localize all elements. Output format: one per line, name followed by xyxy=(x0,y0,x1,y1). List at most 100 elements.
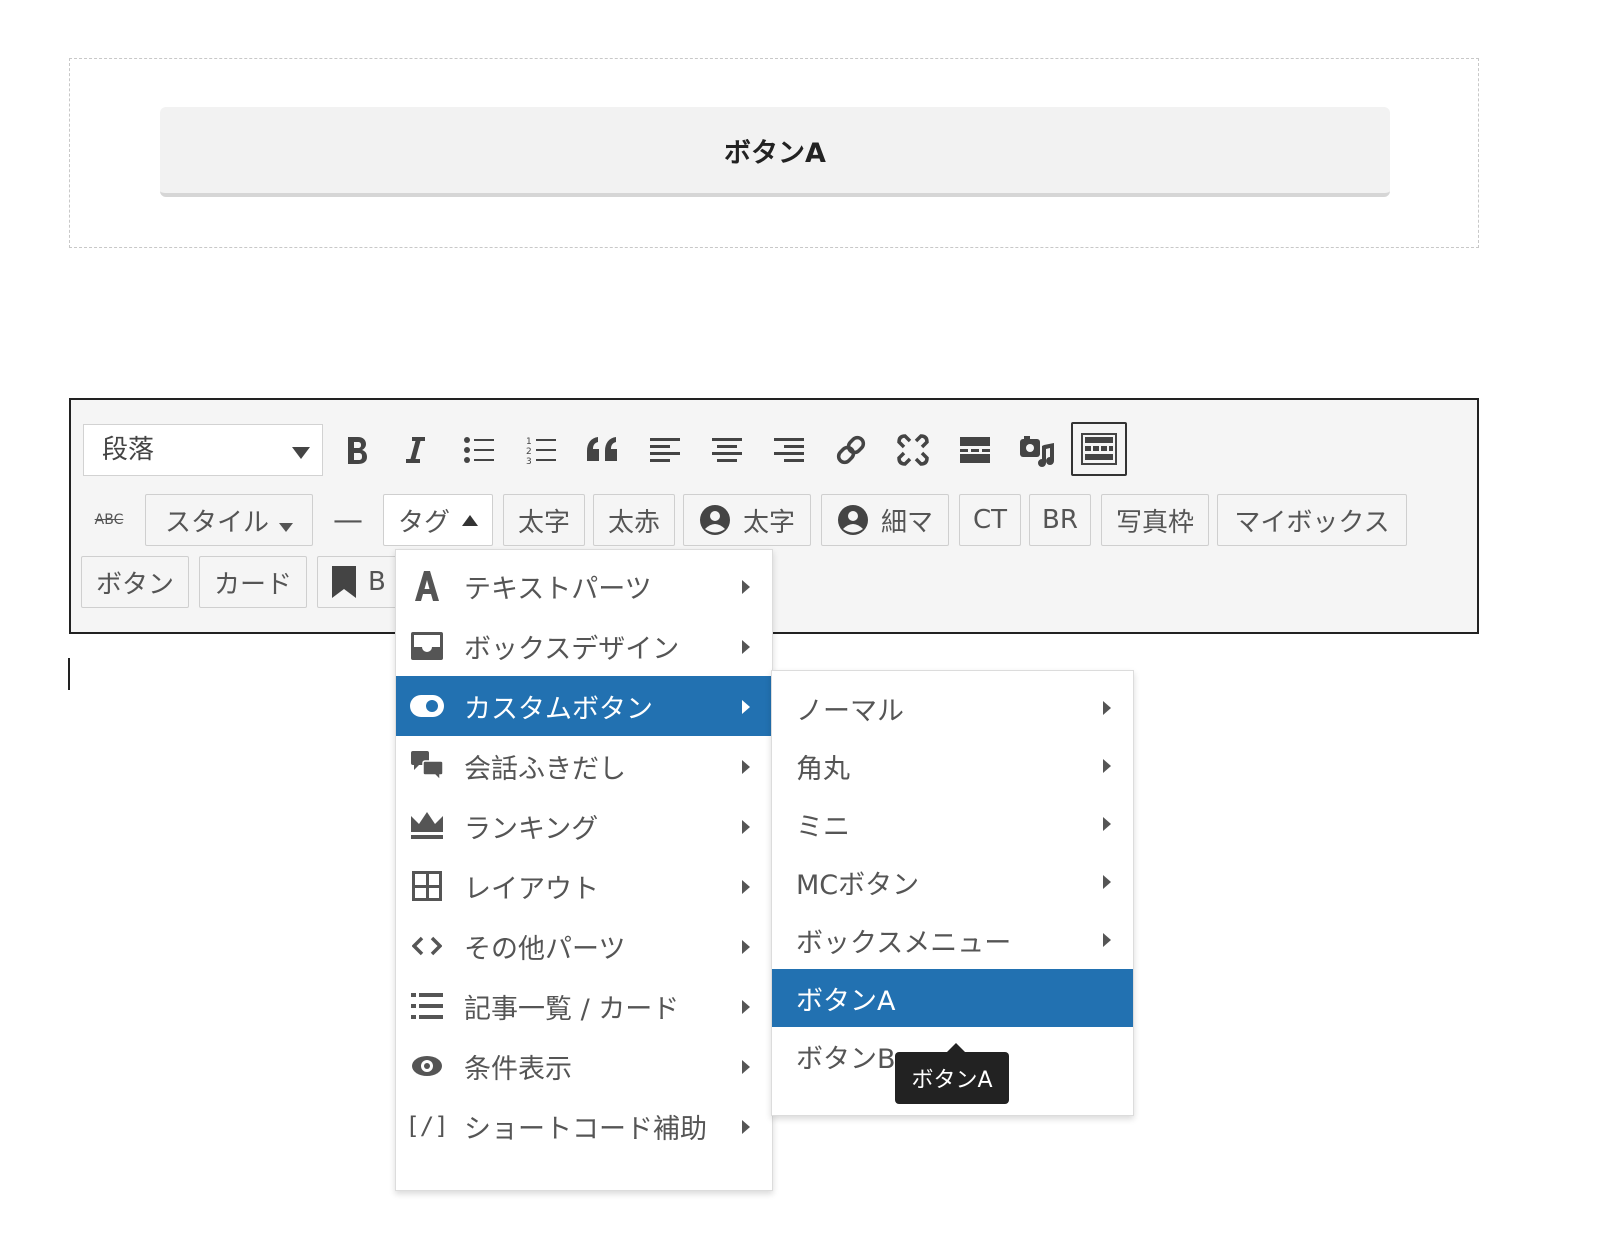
submenu-item-label: MCボタン xyxy=(796,869,920,901)
tag-dropdown[interactable]: タグ xyxy=(383,494,493,546)
chevron-right-icon xyxy=(742,700,750,714)
user-thin-button[interactable]: 細マ xyxy=(821,494,949,546)
eye-icon xyxy=(410,1049,444,1083)
submenu-item-label: ミニ xyxy=(796,811,850,843)
svg-text:1: 1 xyxy=(526,437,532,447)
menu-item-label: 会話ふきだし xyxy=(464,753,626,785)
mybox-button[interactable]: マイボックス xyxy=(1217,494,1407,546)
submenu-item-label: ノーマル xyxy=(796,695,904,727)
user-circle-icon xyxy=(837,505,868,535)
menu-item-conditional[interactable]: 条件表示 xyxy=(396,1036,772,1096)
chevron-up-icon xyxy=(462,514,478,526)
menu-item-label: カスタムボタン xyxy=(464,693,653,725)
italic-icon[interactable] xyxy=(391,424,439,476)
card-tag-button[interactable]: カード xyxy=(199,556,307,608)
br-button[interactable]: BR xyxy=(1029,494,1091,546)
menu-item-label: テキストパーツ xyxy=(464,573,652,605)
ct-button[interactable]: CT xyxy=(959,494,1021,546)
submenu-item-label: ボタンA xyxy=(796,985,896,1017)
menu-item-ranking[interactable]: ランキング xyxy=(396,796,772,856)
inbox-icon xyxy=(410,629,444,663)
chevron-right-icon xyxy=(742,1060,750,1074)
numbered-list-icon[interactable]: 123 xyxy=(517,424,565,476)
submenu-item-normal[interactable]: ノーマル xyxy=(772,679,1133,737)
comments-icon xyxy=(410,749,444,783)
format-select-value: 段落 xyxy=(102,435,155,465)
chevron-right-icon xyxy=(742,760,750,774)
menu-item-label: その他パーツ xyxy=(464,933,626,965)
submenu-item-label: 角丸 xyxy=(796,753,850,785)
chevron-right-icon xyxy=(1103,759,1111,773)
user-bold-button[interactable]: 太字 xyxy=(683,494,811,546)
align-center-icon[interactable] xyxy=(703,424,751,476)
bold-tag-button[interactable]: 太字 xyxy=(503,494,585,546)
menu-item-custom-button[interactable]: カスタムボタン xyxy=(396,676,772,736)
submenu-item-label: ボックスメニュー xyxy=(796,927,1012,959)
chevron-right-icon xyxy=(1103,933,1111,947)
shortcode-icon: [/] xyxy=(405,1112,449,1140)
menu-item-shortcode[interactable]: [/] ショートコード補助 xyxy=(396,1096,772,1156)
menu-item-label: ボックスデザイン xyxy=(464,633,680,665)
submenu-item-mc-button[interactable]: MCボタン xyxy=(772,853,1133,911)
chevron-right-icon xyxy=(742,1000,750,1014)
chevron-right-icon xyxy=(1103,701,1111,715)
menu-item-other-parts[interactable]: その他パーツ xyxy=(396,916,772,976)
menu-item-layout[interactable]: レイアウト xyxy=(396,856,772,916)
toggle-icon xyxy=(410,689,444,723)
chevron-right-icon xyxy=(742,580,750,594)
format-select[interactable]: 段落 xyxy=(83,424,323,476)
bold-icon[interactable] xyxy=(333,424,381,476)
table-grid-icon xyxy=(410,869,444,903)
toolbar-toggle-icon[interactable] xyxy=(1071,422,1127,476)
style-dropdown[interactable]: スタイル xyxy=(145,494,313,546)
menu-item-box-design[interactable]: ボックスデザイン xyxy=(396,616,772,676)
submenu-item-label: ボタンB xyxy=(796,1043,896,1075)
button-tag-button[interactable]: ボタン xyxy=(81,556,189,608)
submenu-item-rounded[interactable]: 角丸 xyxy=(772,737,1133,795)
blockquote-icon[interactable] xyxy=(579,424,627,476)
submenu-item-box-menu[interactable]: ボックスメニュー xyxy=(772,911,1133,969)
submenu-item-button-a[interactable]: ボタンA xyxy=(772,969,1133,1027)
chevron-down-icon xyxy=(292,447,310,459)
menu-item-label: ランキング xyxy=(464,813,599,845)
chevron-right-icon xyxy=(742,820,750,834)
menu-item-label: レイアウト xyxy=(464,873,599,905)
user-circle-icon xyxy=(699,505,730,535)
menu-item-label: 条件表示 xyxy=(464,1053,572,1085)
user-bold-label: 太字 xyxy=(742,507,795,538)
media-icon[interactable] xyxy=(1013,424,1061,476)
svg-text:2: 2 xyxy=(526,447,532,457)
preview-block: ボタンA xyxy=(69,58,1479,248)
chevron-right-icon xyxy=(742,880,750,894)
photo-frame-button[interactable]: 写真枠 xyxy=(1101,494,1209,546)
strikethrough-button[interactable]: ABC xyxy=(91,494,127,546)
align-right-icon[interactable] xyxy=(765,424,813,476)
preview-button-a[interactable]: ボタンA xyxy=(160,107,1390,197)
unlink-icon[interactable] xyxy=(889,424,937,476)
chevron-right-icon xyxy=(742,1120,750,1134)
submenu-item-mini[interactable]: ミニ xyxy=(772,795,1133,853)
link-icon[interactable] xyxy=(827,424,875,476)
bold-red-button[interactable]: 太赤 xyxy=(593,494,675,546)
more-tag-icon[interactable] xyxy=(951,424,999,476)
crown-icon xyxy=(410,809,444,843)
bookmark-button[interactable]: B xyxy=(317,556,397,608)
menu-item-label: ショートコード補助 xyxy=(464,1113,707,1145)
menu-item-speech-bubble[interactable]: 会話ふきだし xyxy=(396,736,772,796)
horizontal-rule-button[interactable]: — xyxy=(323,494,373,546)
text-a-icon xyxy=(410,569,444,603)
bullet-list-icon[interactable] xyxy=(455,424,503,476)
menu-item-text-parts[interactable]: テキストパーツ xyxy=(396,556,772,616)
chevron-right-icon xyxy=(1103,817,1111,831)
chevron-right-icon xyxy=(742,940,750,954)
tag-dropdown-label: タグ xyxy=(397,507,450,538)
menu-item-label: 記事一覧 / カード xyxy=(464,993,680,1025)
menu-item-post-list[interactable]: 記事一覧 / カード xyxy=(396,976,772,1036)
svg-text:3: 3 xyxy=(526,457,532,465)
bookmark-partial-label: B xyxy=(368,567,386,597)
align-left-icon[interactable] xyxy=(641,424,689,476)
chevron-right-icon xyxy=(742,640,750,654)
text-cursor xyxy=(68,658,70,690)
tag-dropdown-menu: テキストパーツ ボックスデザイン カスタムボタン 会話ふきだし ランキング レイ… xyxy=(395,549,773,1191)
tooltip: ボタンA xyxy=(895,1043,1009,1104)
